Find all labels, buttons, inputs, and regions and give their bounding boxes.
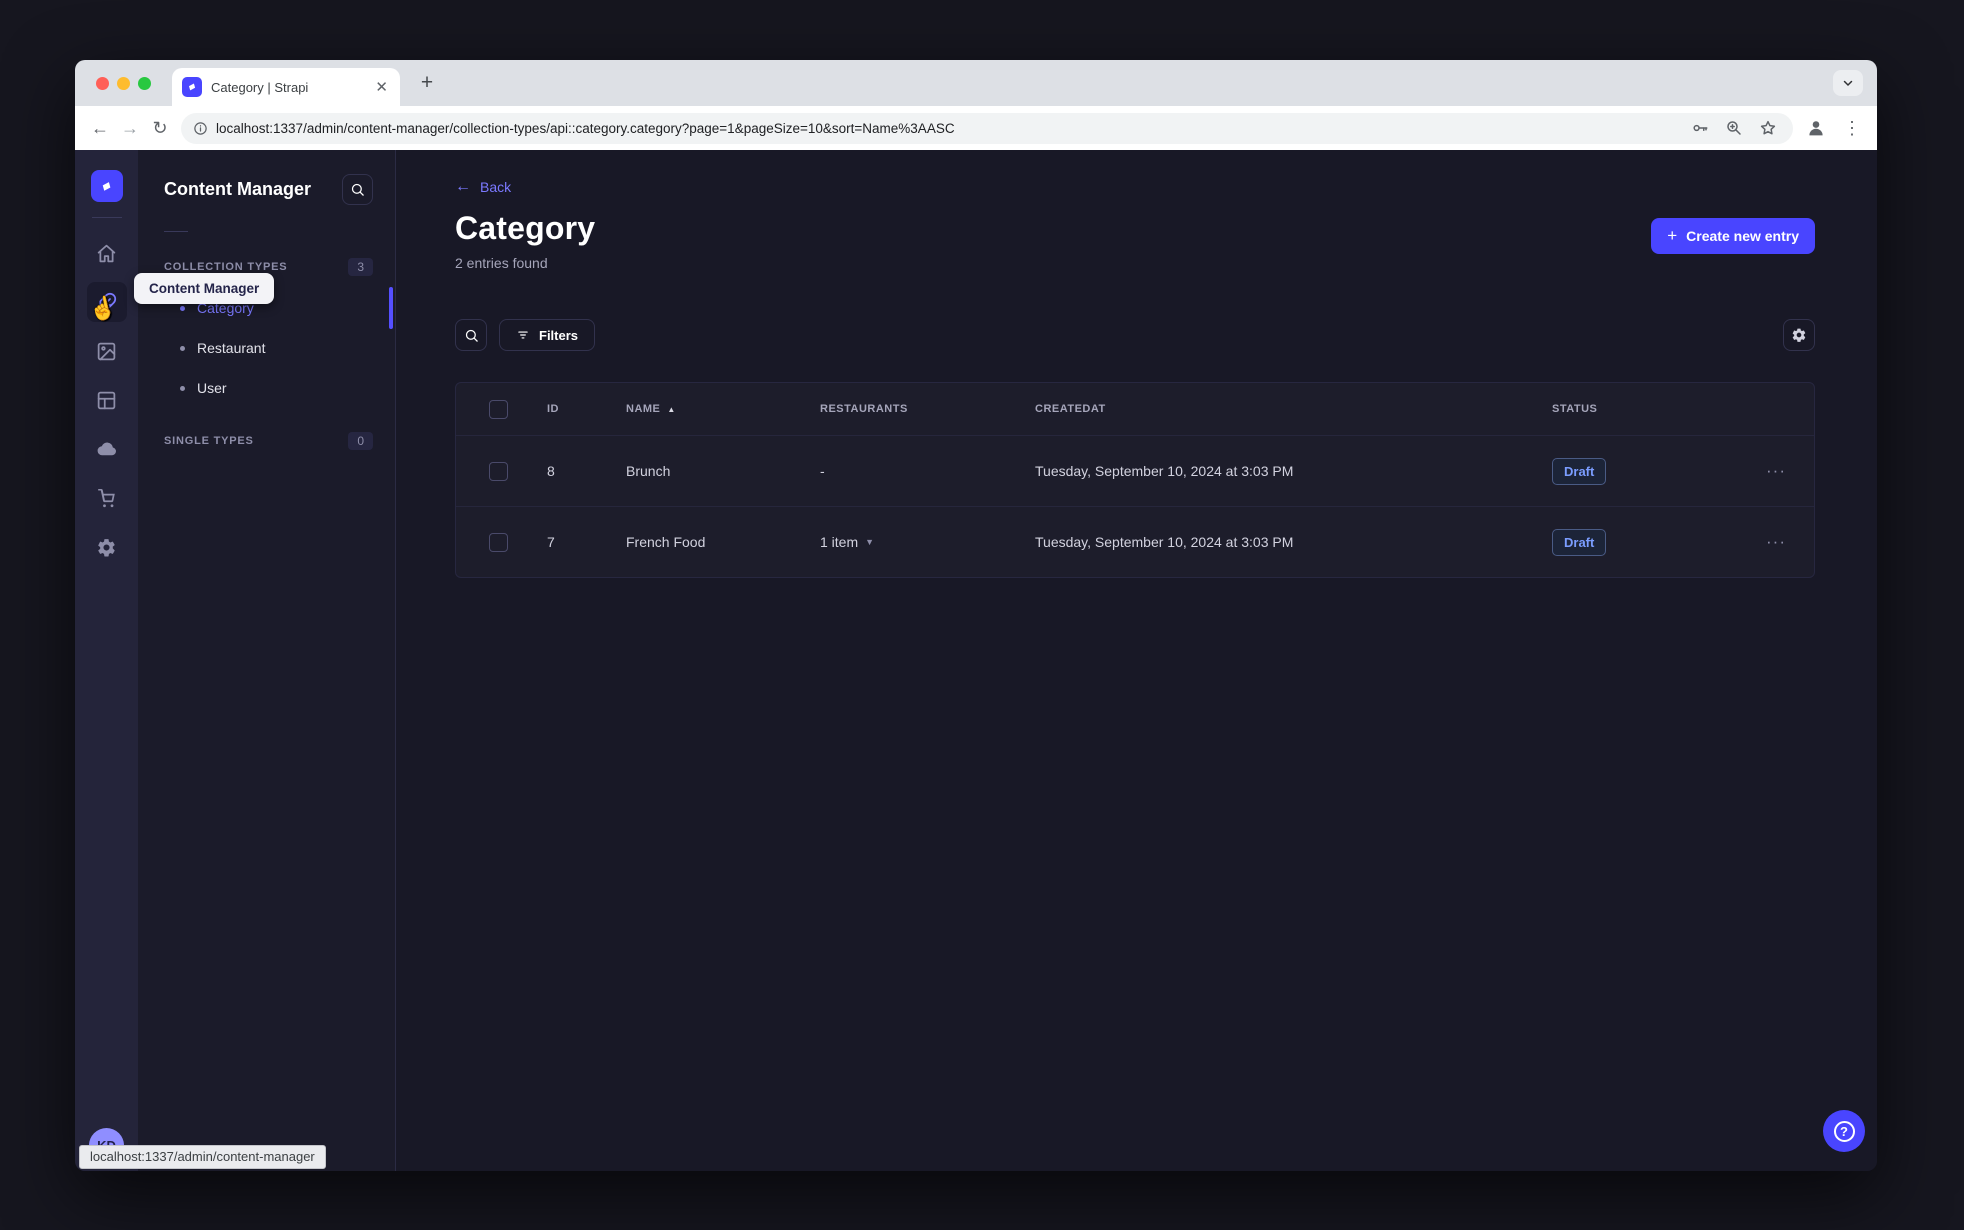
tab-title: Category | Strapi bbox=[211, 79, 309, 95]
back-link[interactable]: ← Back bbox=[455, 178, 511, 196]
sidebar-item-restaurant[interactable]: Restaurant bbox=[138, 328, 395, 368]
cell-restaurants: - bbox=[820, 463, 825, 479]
minimize-window-button[interactable] bbox=[117, 77, 130, 90]
cell-createdat: Tuesday, September 10, 2024 at 3:03 PM bbox=[1035, 463, 1294, 479]
sidebar-title: Content Manager bbox=[164, 179, 312, 199]
back-arrow-icon[interactable]: ← bbox=[85, 113, 115, 143]
bullet-icon bbox=[180, 385, 185, 391]
browser-status-bar: localhost:1337/admin/content-manager bbox=[79, 1145, 326, 1169]
entries-count: 2 entries found bbox=[455, 255, 548, 271]
mouse-cursor: ☝ bbox=[86, 293, 119, 324]
cell-name: Brunch bbox=[626, 463, 671, 479]
filter-icon bbox=[518, 331, 528, 339]
cell-id: 7 bbox=[547, 534, 555, 550]
collection-types-count-badge: 3 bbox=[348, 258, 373, 276]
reload-icon[interactable]: ↻ bbox=[145, 113, 175, 143]
sidebar-search-button[interactable] bbox=[342, 174, 373, 205]
tab-search-chevron-icon[interactable] bbox=[1833, 70, 1863, 96]
window-controls bbox=[96, 77, 151, 90]
zoom-magnifier-icon[interactable] bbox=[1721, 115, 1747, 141]
column-header-createdat[interactable]: CREATEDAT bbox=[1035, 403, 1552, 415]
question-mark-icon: ? bbox=[1833, 1120, 1855, 1142]
close-window-button[interactable] bbox=[96, 77, 109, 90]
help-button[interactable]: ? bbox=[1823, 1110, 1865, 1152]
settings-icon[interactable] bbox=[87, 527, 127, 567]
row-checkbox[interactable] bbox=[489, 461, 508, 481]
home-icon[interactable] bbox=[87, 233, 127, 273]
create-button-label: Create new entry bbox=[1686, 228, 1799, 244]
browser-tab[interactable]: Category | Strapi ✕ bbox=[172, 68, 400, 106]
single-types-label: SINGLE TYPES bbox=[164, 435, 254, 447]
tab-close-icon[interactable]: ✕ bbox=[373, 78, 390, 96]
strapi-admin-page: KD ☝ Content Manager COLLECTION TYPES 3 … bbox=[75, 150, 1877, 1171]
url-bar[interactable]: localhost:1337/admin/content-manager/col… bbox=[181, 112, 1793, 144]
table-row[interactable]: 8 Brunch - Tuesday, September 10, 2024 a… bbox=[456, 435, 1814, 506]
content-manager-tooltip: Content Manager bbox=[134, 273, 275, 304]
column-header-name[interactable]: NAME ▲ bbox=[626, 403, 820, 415]
strapi-logo[interactable] bbox=[90, 170, 123, 202]
cell-createdat: Tuesday, September 10, 2024 at 3:03 PM bbox=[1035, 534, 1294, 550]
strapi-favicon-icon bbox=[182, 77, 202, 97]
select-all-checkbox[interactable] bbox=[489, 399, 508, 419]
column-header-status[interactable]: STATUS bbox=[1552, 403, 1726, 415]
search-button[interactable] bbox=[455, 319, 487, 351]
cell-restaurants[interactable]: 1 item ▼ bbox=[820, 534, 1035, 550]
page-title: Category bbox=[455, 210, 596, 246]
content-type-builder-icon[interactable] bbox=[87, 380, 127, 420]
maximize-window-button[interactable] bbox=[138, 77, 151, 90]
plus-icon: + bbox=[1667, 226, 1678, 245]
row-checkbox[interactable] bbox=[489, 532, 508, 552]
entries-table: ID NAME ▲ RESTAURANTS CREATEDAT STATUS 8… bbox=[455, 382, 1815, 578]
new-tab-button[interactable]: + bbox=[413, 69, 441, 97]
chevron-down-icon: ▼ bbox=[865, 537, 875, 547]
sidebar-divider bbox=[164, 231, 188, 232]
sort-ascending-icon: ▲ bbox=[667, 404, 676, 414]
bookmark-star-icon[interactable] bbox=[1755, 115, 1781, 141]
cloud-icon[interactable] bbox=[87, 429, 127, 469]
bullet-icon bbox=[180, 305, 185, 311]
toolbar-right: ⋮ bbox=[1801, 113, 1867, 143]
password-key-icon[interactable] bbox=[1687, 115, 1713, 141]
media-library-icon[interactable] bbox=[87, 331, 127, 371]
sidebar-scrollbar-thumb[interactable] bbox=[389, 287, 393, 329]
filters-label: Filters bbox=[539, 327, 579, 343]
forward-arrow-icon[interactable]: → bbox=[115, 113, 145, 143]
status-badge: Draft bbox=[1552, 457, 1607, 485]
sidebar-item-user[interactable]: User bbox=[138, 368, 395, 408]
cell-name: French Food bbox=[626, 534, 706, 550]
url-text[interactable]: localhost:1337/admin/content-manager/col… bbox=[216, 121, 1679, 136]
create-new-entry-button[interactable]: + Create new entry bbox=[1651, 218, 1815, 254]
back-arrow-icon: ← bbox=[455, 178, 471, 195]
browser-window: Category | Strapi ✕ + ← → ↻ localhost:13… bbox=[75, 60, 1877, 1171]
sidebar-item-label: User bbox=[197, 380, 227, 396]
browser-tab-strip: Category | Strapi ✕ + bbox=[75, 60, 1877, 106]
browser-toolbar: ← → ↻ localhost:1337/admin/content-manag… bbox=[75, 106, 1877, 150]
column-header-restaurants[interactable]: RESTAURANTS bbox=[820, 403, 1035, 415]
column-header-id[interactable]: ID bbox=[547, 403, 626, 415]
profile-avatar-icon[interactable] bbox=[1801, 113, 1831, 143]
back-label: Back bbox=[480, 179, 512, 195]
table-row[interactable]: 7 French Food 1 item ▼ Tuesday, Septembe… bbox=[456, 506, 1814, 577]
single-types-count-badge: 0 bbox=[348, 432, 373, 450]
row-actions-menu-icon[interactable]: ··· bbox=[1766, 461, 1786, 481]
bullet-icon bbox=[180, 345, 185, 351]
row-actions-menu-icon[interactable]: ··· bbox=[1766, 532, 1786, 552]
view-settings-button[interactable] bbox=[1783, 319, 1815, 351]
table-header-row: ID NAME ▲ RESTAURANTS CREATEDAT STATUS bbox=[456, 383, 1814, 435]
cell-id: 8 bbox=[547, 463, 555, 479]
rail-divider bbox=[91, 217, 122, 218]
collection-types-label: COLLECTION TYPES bbox=[164, 261, 288, 273]
main-content: ← Back Category 2 entries found + Create… bbox=[396, 150, 1877, 1171]
status-badge: Draft bbox=[1552, 528, 1607, 556]
marketplace-icon[interactable] bbox=[87, 478, 127, 518]
sidebar-item-label: Restaurant bbox=[197, 340, 266, 356]
page-info-icon[interactable] bbox=[193, 121, 208, 136]
menu-dots-icon[interactable]: ⋮ bbox=[1837, 113, 1867, 143]
filters-button[interactable]: Filters bbox=[499, 319, 596, 351]
